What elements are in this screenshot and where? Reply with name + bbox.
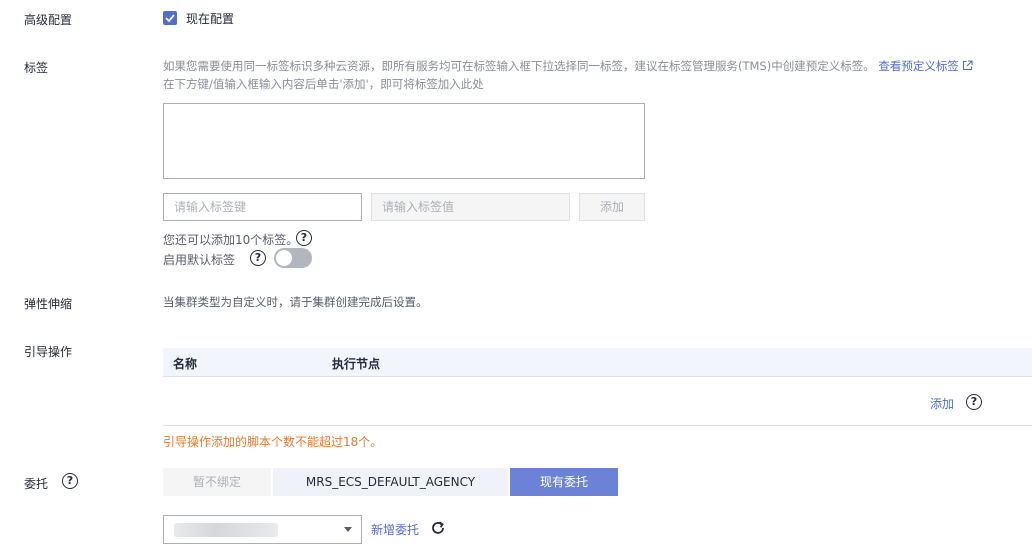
- agency-option-default[interactable]: MRS_ECS_DEFAULT_AGENCY: [273, 468, 508, 496]
- tags-label: 标签: [24, 61, 49, 75]
- agency-label: 委托: [24, 477, 49, 491]
- bootstrap-divider: [163, 425, 1032, 426]
- default-tag-label: 启用默认标签: [163, 253, 236, 267]
- default-tag-toggle[interactable]: [274, 248, 312, 268]
- auto-scaling-label: 弹性伸缩: [24, 297, 73, 311]
- view-predefined-tags-link-text[interactable]: 查看预定义标签: [878, 59, 959, 73]
- add-tag-button[interactable]: 添加: [579, 193, 645, 221]
- help-circle-icon[interactable]: ?: [62, 473, 78, 489]
- column-name-header: 名称: [173, 357, 198, 371]
- tag-key-input[interactable]: 请输入标签键: [163, 193, 362, 221]
- advanced-config-label: 高级配置: [24, 13, 73, 27]
- view-predefined-tags-link[interactable]: 查看预定义标签: [878, 59, 973, 73]
- bootstrap-label: 引导操作: [24, 345, 73, 359]
- help-circle-icon[interactable]: ?: [250, 250, 266, 266]
- check-icon: [165, 14, 175, 22]
- external-link-icon: [962, 60, 973, 71]
- agency-select[interactable]: [163, 515, 362, 544]
- add-bootstrap-link[interactable]: 添加: [930, 395, 954, 412]
- toggle-knob: [276, 250, 292, 266]
- new-agency-link[interactable]: 新增委托: [371, 521, 419, 538]
- remaining-tags-text: 您还可以添加10个标签。: [163, 233, 299, 247]
- auto-scaling-text: 当集群类型为自定义时，请于集群创建完成后设置。: [163, 295, 428, 309]
- blurred-value: [174, 523, 278, 537]
- help-circle-icon[interactable]: ?: [966, 394, 982, 410]
- agency-option-unbind[interactable]: 暂不绑定: [163, 468, 271, 496]
- configure-now-label[interactable]: 现在配置: [186, 10, 234, 27]
- bootstrap-warning: 引导操作添加的脚本个数不能超过18个。: [163, 435, 383, 449]
- bootstrap-table-header: 名称 执行节点: [163, 348, 1032, 377]
- chevron-down-icon: [344, 527, 352, 532]
- configure-now-checkbox[interactable]: [163, 11, 177, 25]
- tags-description-text: 如果您需要使用同一标签标识多种云资源，即所有服务均可在标签输入框下拉选择同一标签…: [163, 59, 875, 73]
- help-circle-icon[interactable]: ?: [296, 230, 312, 246]
- tags-description-line2: 在下方键/值输入框输入内容后单击'添加'，即可将标签加入此处: [163, 77, 484, 91]
- column-node-header: 执行节点: [332, 357, 381, 371]
- tag-value-input[interactable]: 请输入标签值: [371, 193, 570, 221]
- refresh-icon[interactable]: [430, 520, 446, 536]
- tags-description-line1: 如果您需要使用同一标签标识多种云资源，即所有服务均可在标签输入框下拉选择同一标签…: [163, 57, 973, 75]
- tags-list-area[interactable]: [163, 103, 645, 179]
- agency-option-existing[interactable]: 现有委托: [510, 468, 618, 496]
